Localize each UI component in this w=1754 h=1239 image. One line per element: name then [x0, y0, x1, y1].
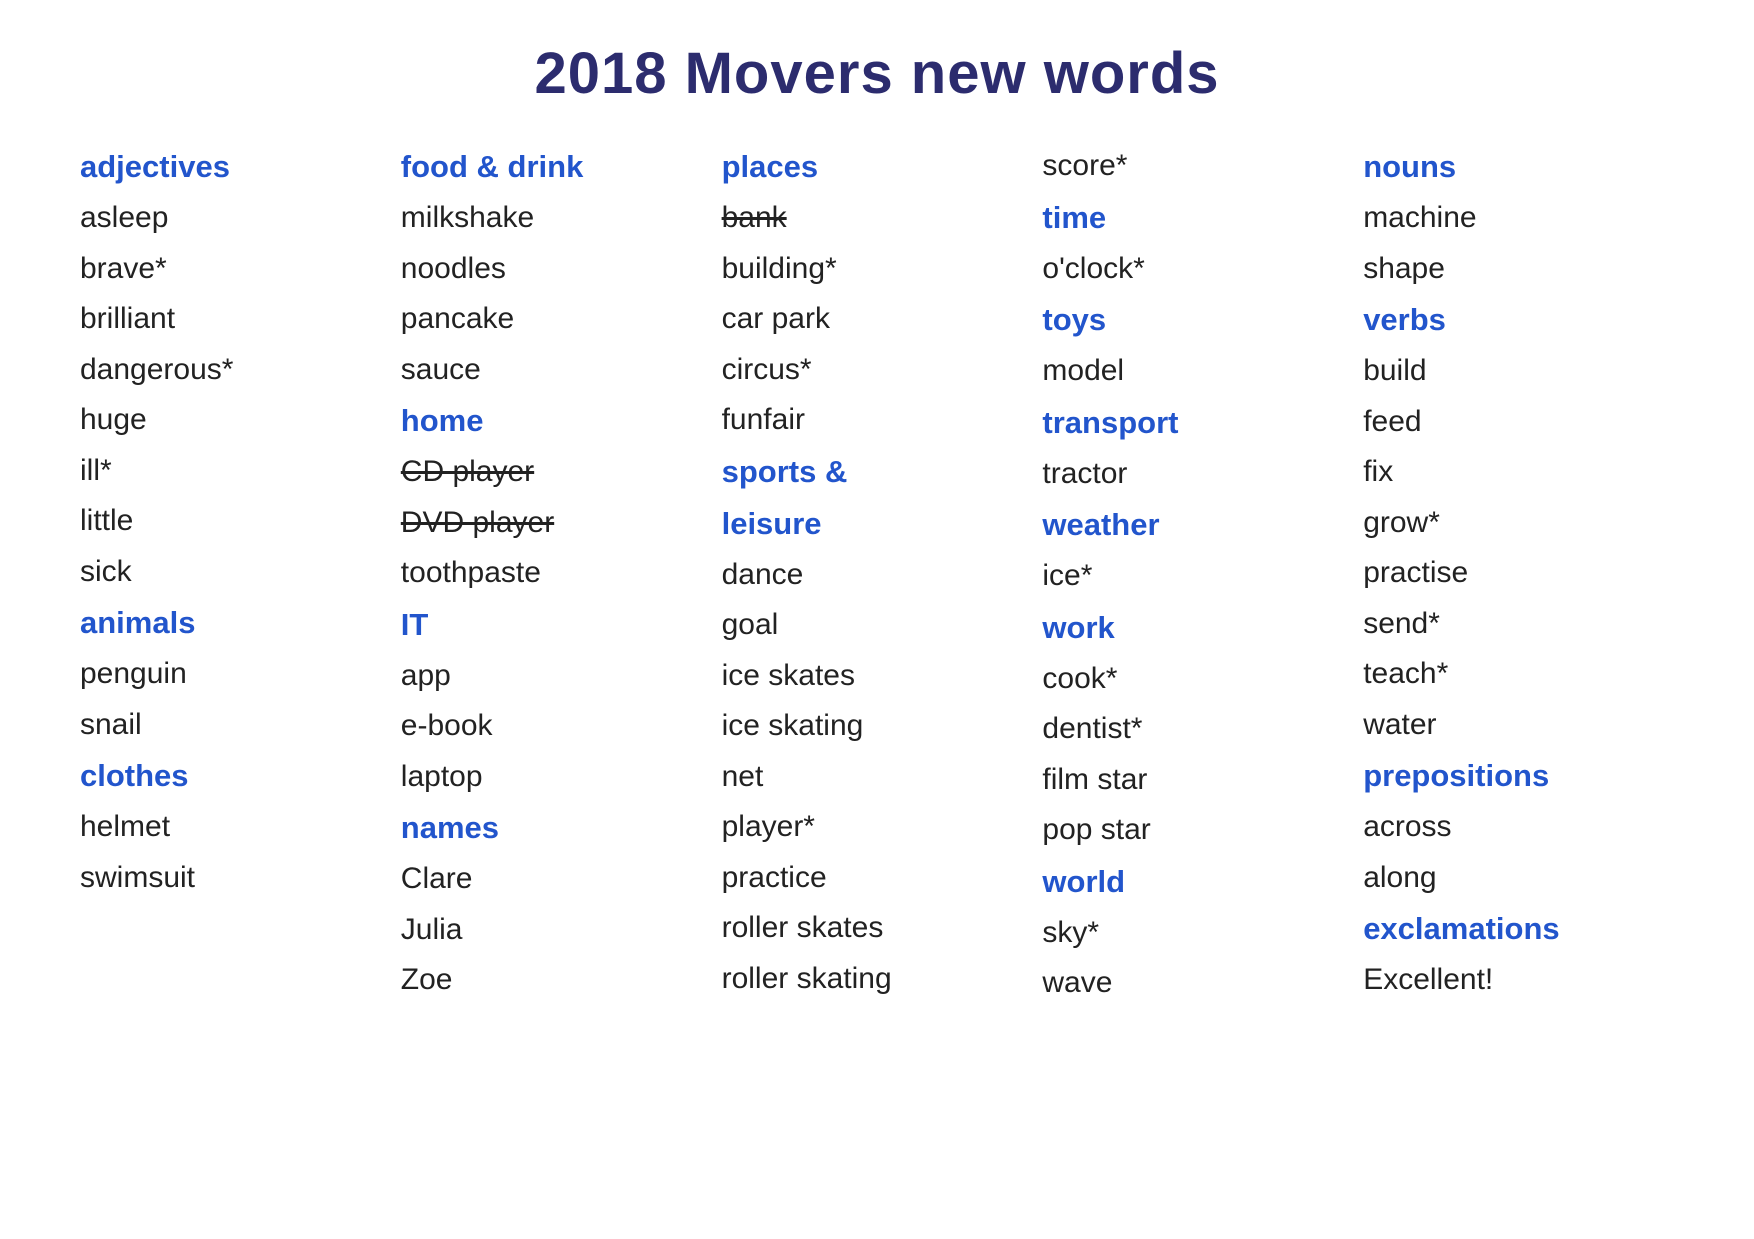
word-item: pop star: [1042, 807, 1353, 854]
word-item: sky*: [1042, 910, 1353, 957]
word-item: transport: [1042, 399, 1353, 447]
word-item: grow*: [1363, 500, 1674, 547]
word-item: dentist*: [1042, 706, 1353, 753]
word-item: little: [80, 498, 391, 545]
word-item: brave*: [80, 246, 391, 293]
word-item: e-book: [401, 703, 712, 750]
word-item: asleep: [80, 195, 391, 242]
word-item: tractor: [1042, 451, 1353, 498]
word-item: sauce: [401, 347, 712, 394]
word-item: cook*: [1042, 656, 1353, 703]
column-1: adjectivesasleepbrave*brilliantdangerous…: [80, 143, 391, 1007]
word-item: build: [1363, 348, 1674, 395]
word-item: o'clock*: [1042, 246, 1353, 293]
word-item: huge: [80, 397, 391, 444]
word-item: food & drink: [401, 143, 712, 191]
word-item: circus*: [722, 347, 1033, 394]
word-item: practice: [722, 855, 1033, 902]
word-item: dangerous*: [80, 347, 391, 394]
word-item: Zoe: [401, 957, 712, 1004]
word-item: across: [1363, 804, 1674, 851]
page-title: 2018 Movers new words: [60, 40, 1694, 107]
word-item: Excellent!: [1363, 957, 1674, 1004]
word-item: exclamations: [1363, 905, 1674, 953]
word-item: ice skating: [722, 703, 1033, 750]
word-item: animals: [80, 599, 391, 647]
word-item: net: [722, 754, 1033, 801]
word-item: building*: [722, 246, 1033, 293]
word-item: toothpaste: [401, 550, 712, 597]
word-item: adjectives: [80, 143, 391, 191]
word-item: places: [722, 143, 1033, 191]
word-item: CD player: [401, 449, 712, 496]
word-item: toys: [1042, 296, 1353, 344]
word-item: roller skating: [722, 956, 1033, 1003]
word-item: swimsuit: [80, 855, 391, 902]
word-item: DVD player: [401, 500, 712, 547]
word-item: car park: [722, 296, 1033, 343]
word-item: goal: [722, 602, 1033, 649]
word-item: Clare: [401, 856, 712, 903]
word-item: roller skates: [722, 905, 1033, 952]
word-item: model: [1042, 348, 1353, 395]
word-item: app: [401, 653, 712, 700]
word-item: ice*: [1042, 553, 1353, 600]
word-item: verbs: [1363, 296, 1674, 344]
word-item: shape: [1363, 246, 1674, 293]
word-item: wave: [1042, 960, 1353, 1007]
word-item: weather: [1042, 501, 1353, 549]
word-item: leisure: [722, 500, 1033, 548]
word-item: helmet: [80, 804, 391, 851]
word-item: names: [401, 804, 712, 852]
word-item: film star: [1042, 757, 1353, 804]
column-4: score*timeo'clock*toysmodeltransporttrac…: [1042, 143, 1353, 1007]
column-5: nounsmachineshapeverbsbuildfeedfixgrow*p…: [1363, 143, 1674, 1007]
word-item: snail: [80, 702, 391, 749]
word-item: brilliant: [80, 296, 391, 343]
word-item: funfair: [722, 397, 1033, 444]
word-item: IT: [401, 601, 712, 649]
word-item: along: [1363, 855, 1674, 902]
word-item: score*: [1042, 143, 1353, 190]
word-item: player*: [722, 804, 1033, 851]
word-item: prepositions: [1363, 752, 1674, 800]
word-item: send*: [1363, 601, 1674, 648]
word-item: ice skates: [722, 653, 1033, 700]
word-item: milkshake: [401, 195, 712, 242]
word-item: Julia: [401, 907, 712, 954]
word-item: sports &: [722, 448, 1033, 496]
word-item: teach*: [1363, 651, 1674, 698]
word-item: home: [401, 397, 712, 445]
word-item: laptop: [401, 754, 712, 801]
word-item: nouns: [1363, 143, 1674, 191]
word-item: fix: [1363, 449, 1674, 496]
column-3: placesbankbuilding*car parkcircus*funfai…: [722, 143, 1033, 1007]
word-item: ill*: [80, 448, 391, 495]
column-2: food & drinkmilkshakenoodlespancakesauce…: [401, 143, 712, 1007]
word-item: machine: [1363, 195, 1674, 242]
word-item: clothes: [80, 752, 391, 800]
word-item: practise: [1363, 550, 1674, 597]
word-item: world: [1042, 858, 1353, 906]
word-grid: adjectivesasleepbrave*brilliantdangerous…: [60, 143, 1694, 1007]
word-item: time: [1042, 194, 1353, 242]
word-item: penguin: [80, 651, 391, 698]
word-item: water: [1363, 702, 1674, 749]
word-item: sick: [80, 549, 391, 596]
word-item: dance: [722, 552, 1033, 599]
word-item: pancake: [401, 296, 712, 343]
word-item: work: [1042, 604, 1353, 652]
word-item: noodles: [401, 246, 712, 293]
word-item: feed: [1363, 399, 1674, 446]
word-item: bank: [722, 195, 1033, 242]
